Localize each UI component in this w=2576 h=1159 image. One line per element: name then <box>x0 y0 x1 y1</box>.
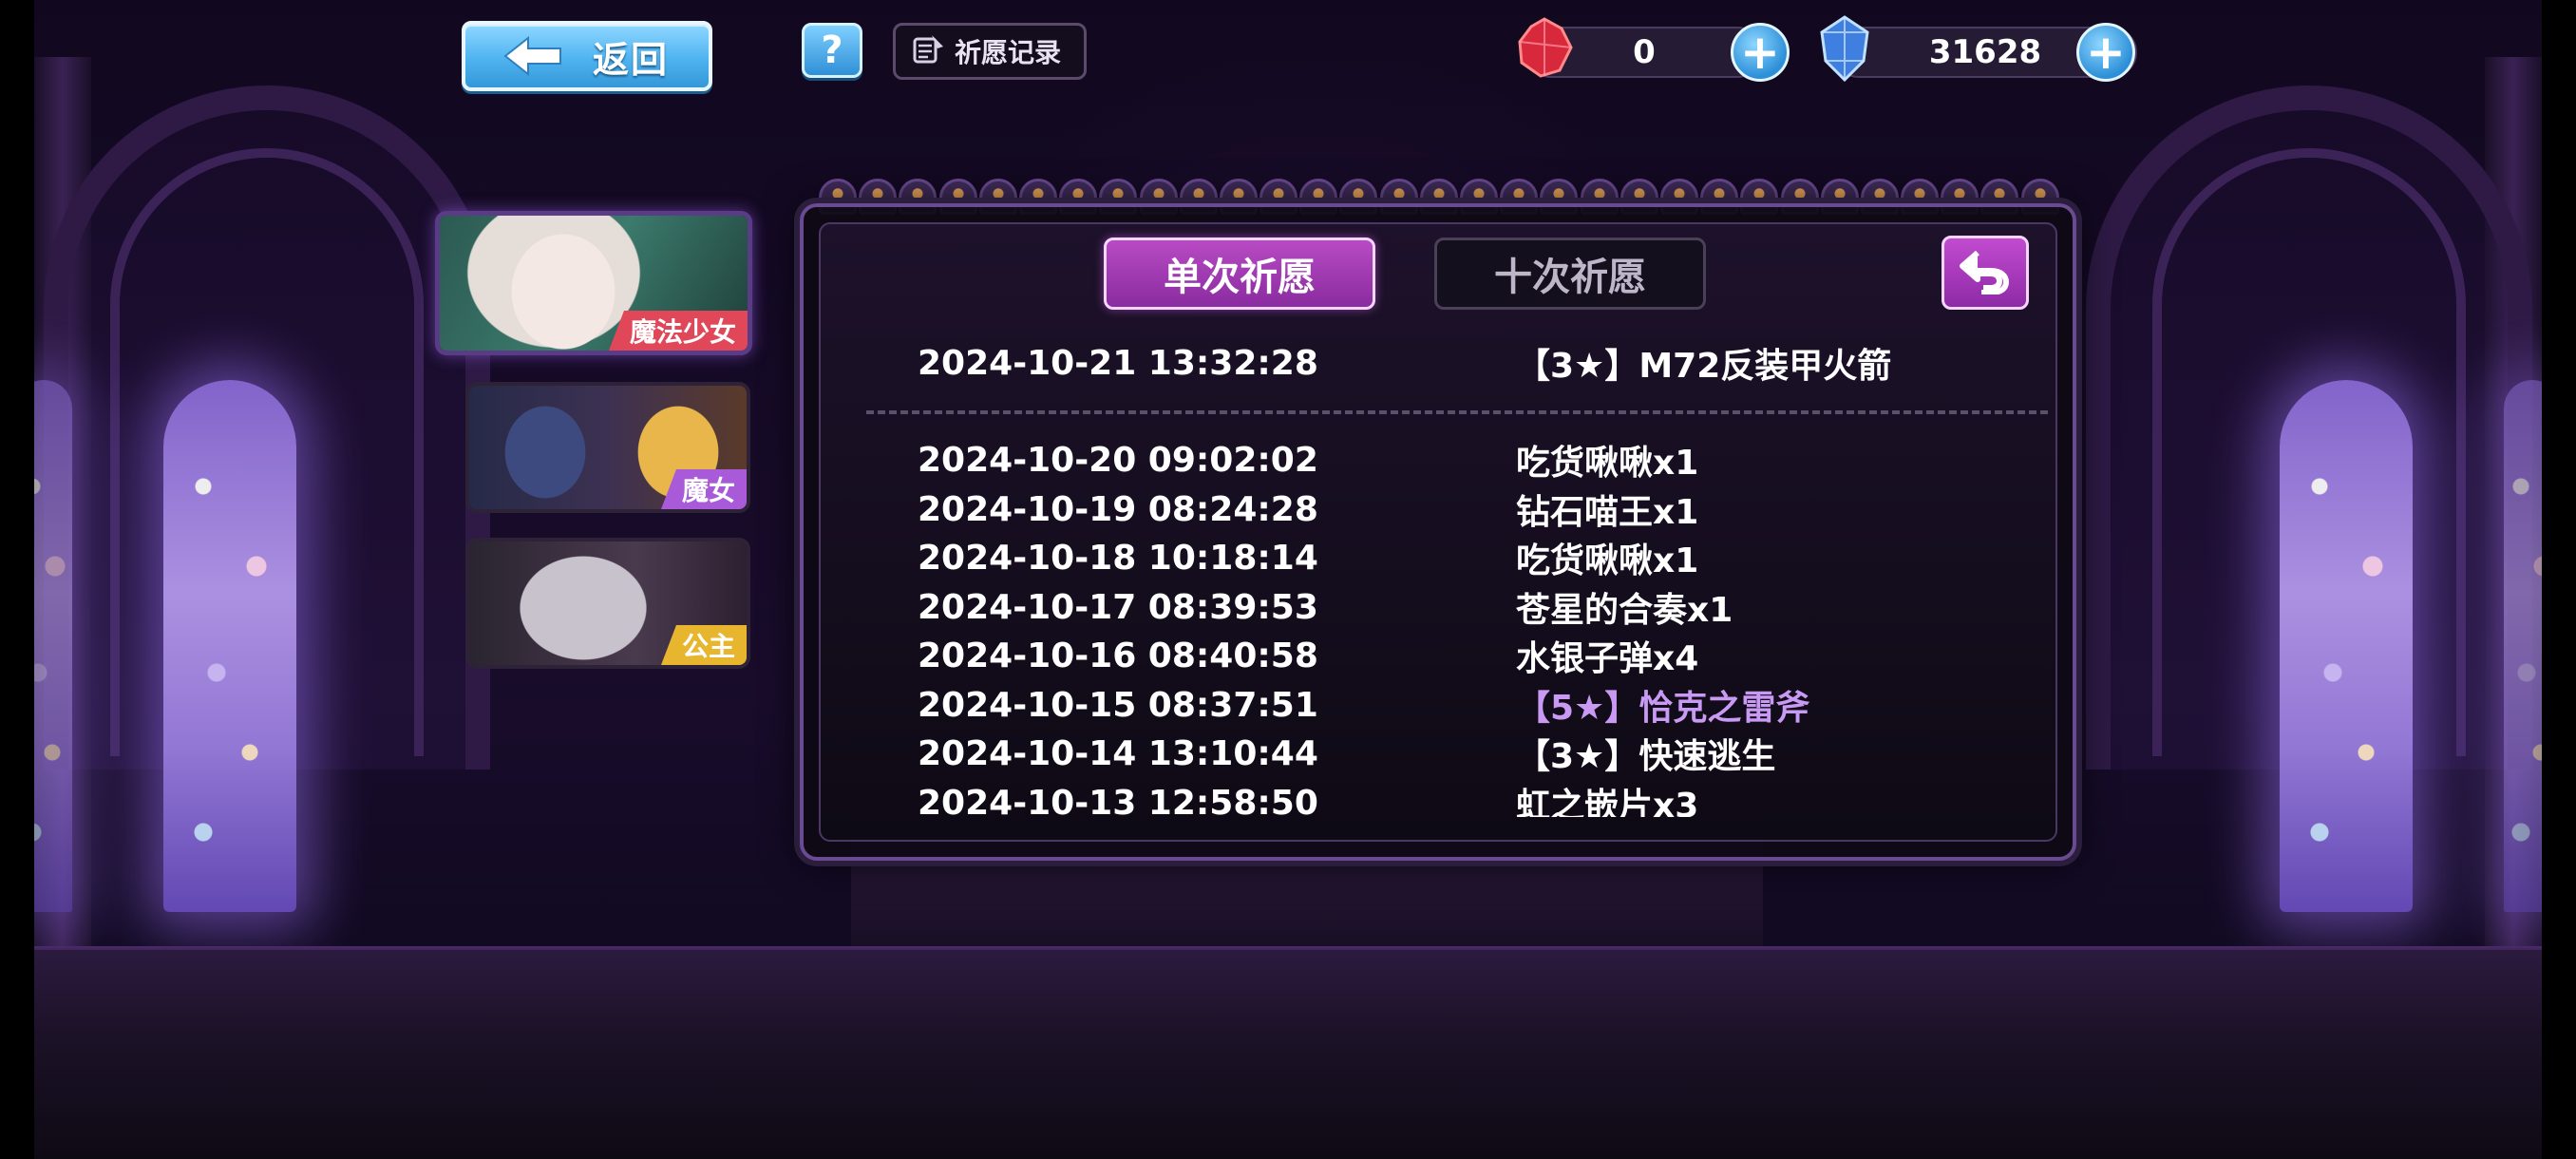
table-row: 2024-10-13 12:58:50 虹之嵌片x3 <box>918 779 2057 818</box>
blue-crystal-value: 31628 <box>1928 33 2042 71</box>
add-blue-crystal-button[interactable]: + <box>2076 23 2135 82</box>
add-red-gem-button[interactable]: + <box>1731 23 1790 82</box>
record-item: 苍星的合奏x1 <box>1516 591 1733 630</box>
sidebar-tab-magical-girl[interactable]: 魔法少女 <box>435 211 752 355</box>
record-date: 2024-10-17 08:39:53 <box>918 587 1318 627</box>
plus-icon: + <box>1740 25 1780 80</box>
stained-glass-window-left <box>163 380 296 912</box>
table-row: 2024-10-20 09:02:02 吃货啾啾x1 <box>918 436 2057 484</box>
record-date: 2024-10-13 12:58:50 <box>918 783 1318 818</box>
table-row: 2024-10-18 10:18:14 吃货啾啾x1 <box>918 534 2057 581</box>
undo-arrow-icon <box>1957 247 2014 298</box>
tab-ten-wish[interactable]: 十次祈愿 <box>1434 238 1706 310</box>
scroll-quill-icon <box>909 31 945 71</box>
record-item: 虹之嵌片x3 <box>1516 787 1699 817</box>
help-button[interactable]: ? <box>802 23 862 78</box>
back-button-label: 返回 <box>593 38 670 81</box>
record-date: 2024-10-20 09:02:02 <box>918 440 1318 480</box>
record-item-highlight: 【5★】恰克之雷斧 <box>1516 689 1810 728</box>
record-item: 钻石喵王x1 <box>1516 493 1699 532</box>
record-date: 2024-10-14 13:10:44 <box>918 733 1318 773</box>
sidebar-tab-princess[interactable]: 公主 <box>465 538 750 669</box>
table-row: 2024-10-17 08:39:53 苍星的合奏x1 <box>918 583 2057 631</box>
table-row: 2024-10-14 13:10:44 【3★】快速逃生 <box>918 730 2057 777</box>
stained-glass-window-right <box>2280 380 2413 912</box>
red-gem-value: 0 <box>1633 33 1656 71</box>
table-row: 2024-10-16 08:40:58 水银子弹x4 <box>918 632 2057 679</box>
sidebar-tab-witch[interactable]: 魔女 <box>465 382 750 513</box>
sidebar-tab-label: 魔法少女 <box>608 311 748 351</box>
record-date: 2024-10-15 08:37:51 <box>918 685 1318 725</box>
wish-record-label: 祈愿记录 <box>955 37 1062 68</box>
record-item: 水银子弹x4 <box>1516 639 1699 678</box>
arrow-left-icon <box>503 36 562 76</box>
question-icon: ? <box>821 28 843 72</box>
tab-single-wish[interactable]: 单次祈愿 <box>1104 238 1375 310</box>
blue-crystal-icon <box>1812 15 1877 83</box>
record-date: 2024-10-19 08:24:28 <box>918 489 1318 529</box>
table-row: 2024-10-15 08:37:51 【5★】恰克之雷斧 <box>918 681 2057 729</box>
red-gem-icon <box>1512 15 1577 82</box>
plus-icon: + <box>2086 25 2126 80</box>
floor <box>34 950 2542 1159</box>
table-row: 2024-10-19 08:24:28 钻石喵王x1 <box>918 485 2057 533</box>
record-item: 【3★】快速逃生 <box>1516 737 1776 776</box>
record-item: 吃货啾啾x1 <box>1516 542 1699 580</box>
stained-glass-window-right-edge <box>2504 380 2542 912</box>
record-item: 吃货啾啾x1 <box>1516 444 1699 483</box>
record-date: 2024-10-16 08:40:58 <box>918 636 1318 675</box>
wish-record-button[interactable]: 祈愿记录 <box>893 23 1087 80</box>
back-button[interactable]: 返回 <box>462 21 712 91</box>
stained-glass-window-left-edge <box>34 380 72 912</box>
record-date: 2024-10-18 10:18:14 <box>918 538 1318 578</box>
return-button[interactable] <box>1941 236 2029 310</box>
record-scroll-area[interactable]: 2024-10-20 09:02:02 吃货啾啾x1 2024-10-19 08… <box>817 328 2061 818</box>
